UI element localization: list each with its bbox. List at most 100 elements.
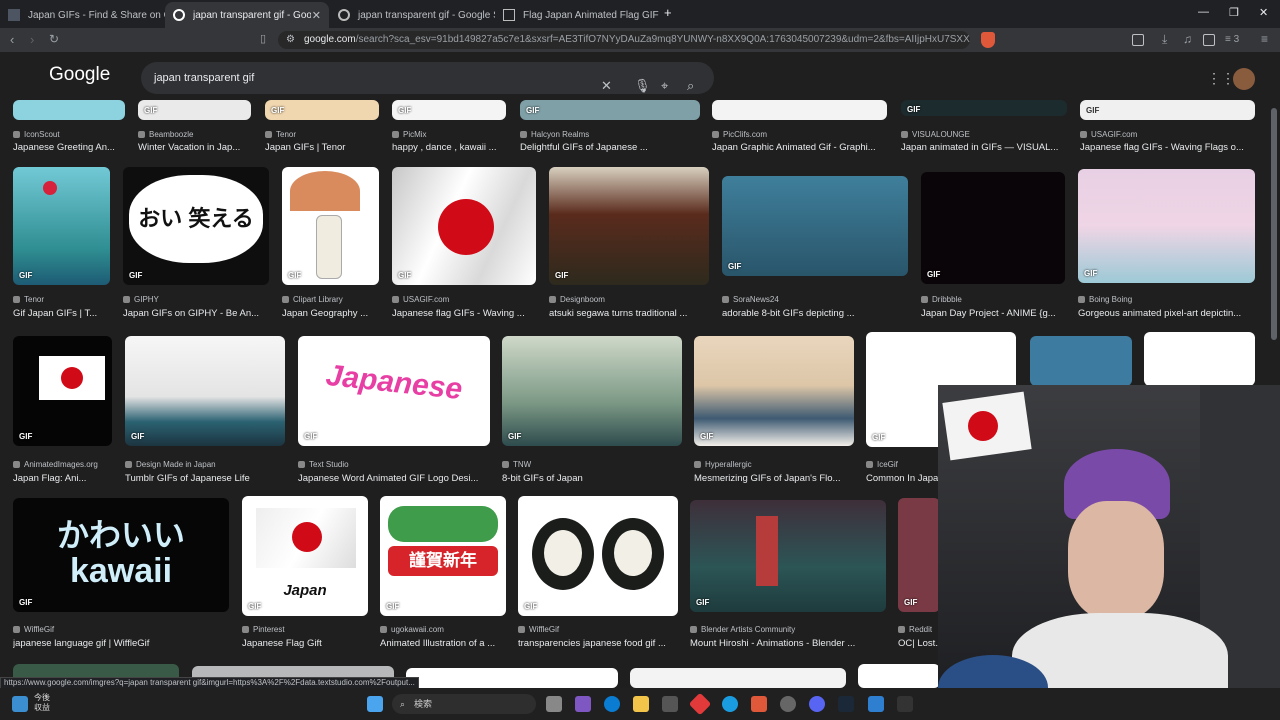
back-icon[interactable]: ‹ bbox=[10, 32, 14, 47]
result-source[interactable]: Reddit bbox=[898, 625, 940, 634]
result-title[interactable]: Japanese Flag Gift bbox=[242, 638, 374, 649]
result-source[interactable]: Blender Artists Community bbox=[690, 625, 886, 634]
app-icon[interactable] bbox=[897, 696, 913, 712]
result-source[interactable]: IconScout bbox=[13, 130, 125, 139]
image-result[interactable] bbox=[1144, 332, 1255, 386]
result-source[interactable]: ugokawaii.com bbox=[380, 625, 506, 634]
result-title[interactable]: Japanese flag GIFs - Waving Flags o... bbox=[1080, 142, 1261, 153]
result-source[interactable]: Tenor bbox=[265, 130, 379, 139]
result-title[interactable]: Japan GIFs | Tenor bbox=[265, 142, 385, 153]
image-result[interactable] bbox=[406, 668, 618, 688]
result-title[interactable]: Japan Day Project - ANIME {g... bbox=[921, 308, 1071, 319]
download-icon[interactable]: ⤓ bbox=[1162, 32, 1167, 47]
result-source[interactable]: VISUALOUNGE bbox=[901, 130, 1067, 139]
result-source[interactable]: Text Studio bbox=[298, 460, 490, 469]
image-result[interactable] bbox=[858, 664, 940, 688]
result-title[interactable]: Tumblr GIFs of Japanese Life bbox=[125, 473, 291, 484]
result-title[interactable]: Japan Graphic Animated Gif - Graphi... bbox=[712, 142, 893, 153]
image-result[interactable] bbox=[630, 668, 846, 688]
result-title[interactable]: Animated Illustration of a ... bbox=[380, 638, 512, 649]
image-result[interactable] bbox=[1030, 336, 1132, 386]
result-title[interactable]: Japanese Greeting An... bbox=[13, 142, 131, 153]
close-window-icon[interactable]: ✕ bbox=[1259, 6, 1268, 19]
result-title[interactable]: Japan Geography ... bbox=[282, 308, 385, 319]
brave-shield-icon[interactable] bbox=[981, 32, 995, 48]
result-source[interactable]: Pinterest bbox=[242, 625, 368, 634]
avatar[interactable] bbox=[1233, 68, 1255, 90]
result-source[interactable]: WiffleGif bbox=[518, 625, 678, 634]
tab-giphy[interactable]: Japan GIFs - Find & Share on GIPHY bbox=[0, 2, 165, 28]
result-source[interactable]: Beamboozle bbox=[138, 130, 251, 139]
image-result[interactable]: GIF bbox=[13, 167, 110, 285]
image-result[interactable]: GIF bbox=[722, 176, 908, 276]
result-source[interactable]: Hyperallergic bbox=[694, 460, 854, 469]
image-result[interactable]: GIF bbox=[520, 100, 700, 120]
image-result[interactable]: 謹賀新年 GIF bbox=[380, 496, 506, 616]
address-bar[interactable]: ⚙ google.com/search?sca_esv=91bd149827a5c… bbox=[278, 31, 970, 49]
result-source[interactable]: USAGIF.com bbox=[392, 295, 536, 304]
image-result[interactable] bbox=[13, 100, 125, 120]
edge-icon[interactable] bbox=[604, 696, 620, 712]
forward-icon[interactable]: › bbox=[30, 32, 34, 47]
clear-icon[interactable]: ✕ bbox=[601, 70, 612, 102]
image-result[interactable]: GIF bbox=[138, 100, 251, 120]
brave-icon[interactable] bbox=[751, 696, 767, 712]
steam-icon[interactable] bbox=[838, 696, 854, 712]
app-icon[interactable] bbox=[868, 696, 884, 712]
result-title[interactable]: adorable 8-bit GIFs depicting ... bbox=[722, 308, 914, 319]
result-title[interactable]: Japanese Word Animated GIF Logo Desi... bbox=[298, 473, 496, 484]
search-icon[interactable]: ⌕ bbox=[687, 70, 694, 102]
menu-icon[interactable]: ≡ bbox=[1261, 32, 1268, 46]
image-result[interactable]: GIF bbox=[1078, 169, 1255, 283]
result-title[interactable]: atsuki segawa turns traditional ... bbox=[549, 308, 715, 319]
image-result[interactable]: GIF bbox=[518, 496, 678, 616]
result-title[interactable]: Gorgeous animated pixel-art depictin... bbox=[1078, 308, 1261, 319]
result-source[interactable]: WiffleGif bbox=[13, 625, 229, 634]
result-title[interactable]: Japanese flag GIFs - Waving ... bbox=[392, 308, 542, 319]
result-source[interactable]: Halcyon Realms bbox=[520, 130, 700, 139]
image-result[interactable]: GIF bbox=[392, 100, 506, 120]
weather-widget[interactable]: 今後 収益 bbox=[34, 693, 50, 713]
app-icon[interactable] bbox=[688, 692, 712, 716]
image-result[interactable]: GIF bbox=[921, 172, 1065, 284]
result-source[interactable]: Design Made in Japan bbox=[125, 460, 285, 469]
discord-icon[interactable] bbox=[809, 696, 825, 712]
result-source[interactable]: Designboom bbox=[549, 295, 709, 304]
image-result[interactable]: GIF bbox=[898, 498, 940, 612]
image-result[interactable]: GIF bbox=[392, 167, 536, 285]
result-source[interactable]: Dribbble bbox=[921, 295, 1065, 304]
camera-icon[interactable]: ⌖ bbox=[661, 70, 668, 102]
image-result[interactable]: GIF bbox=[690, 500, 886, 612]
result-source[interactable]: PicClifs.com bbox=[712, 130, 887, 139]
weather-icon[interactable] bbox=[12, 696, 28, 712]
result-title[interactable]: japanese language gif | WiffleGif bbox=[13, 638, 235, 649]
image-result[interactable] bbox=[712, 100, 887, 120]
store-icon[interactable] bbox=[662, 696, 678, 712]
result-source[interactable]: PicMix bbox=[392, 130, 506, 139]
tab-google-search[interactable]: japan transparent gif - Google Searc bbox=[330, 2, 495, 28]
result-source[interactable]: GIPHY bbox=[123, 295, 269, 304]
image-result[interactable]: Japanese GIF bbox=[298, 336, 490, 446]
image-result[interactable]: Japan GIF bbox=[242, 496, 368, 616]
result-title[interactable]: Gif Japan GIFs | T... bbox=[13, 308, 116, 319]
result-source[interactable]: TNW bbox=[502, 460, 682, 469]
image-result[interactable]: GIF bbox=[1080, 100, 1255, 120]
image-result[interactable]: GIF bbox=[125, 336, 285, 446]
result-title[interactable]: transparencies japanese food gif ... bbox=[518, 638, 684, 649]
result-source[interactable]: SoraNews24 bbox=[722, 295, 908, 304]
result-source[interactable]: Tenor bbox=[13, 295, 110, 304]
minimize-icon[interactable]: — bbox=[1198, 6, 1209, 18]
image-result[interactable]: GIF bbox=[901, 100, 1067, 116]
result-title[interactable]: 8-bit GIFs of Japan bbox=[502, 473, 688, 484]
result-title[interactable]: Mount Hiroshi - Animations - Blender ... bbox=[690, 638, 892, 649]
file-explorer-icon[interactable] bbox=[633, 696, 649, 712]
sidebar-icon[interactable] bbox=[1132, 34, 1144, 46]
image-result[interactable]: GIF bbox=[694, 336, 854, 446]
result-title[interactable]: Japan Flag: Ani... bbox=[13, 473, 118, 484]
result-source[interactable]: IceGif bbox=[866, 460, 938, 469]
image-result[interactable]: かわいい kawaii GIF bbox=[13, 498, 229, 612]
taskbar-search[interactable]: ⌕ 検索 bbox=[392, 694, 536, 714]
result-source[interactable]: Clipart Library bbox=[282, 295, 379, 304]
reload-icon[interactable]: ↻ bbox=[49, 32, 59, 46]
result-title[interactable]: Delightful GIFs of Japanese ... bbox=[520, 142, 706, 153]
